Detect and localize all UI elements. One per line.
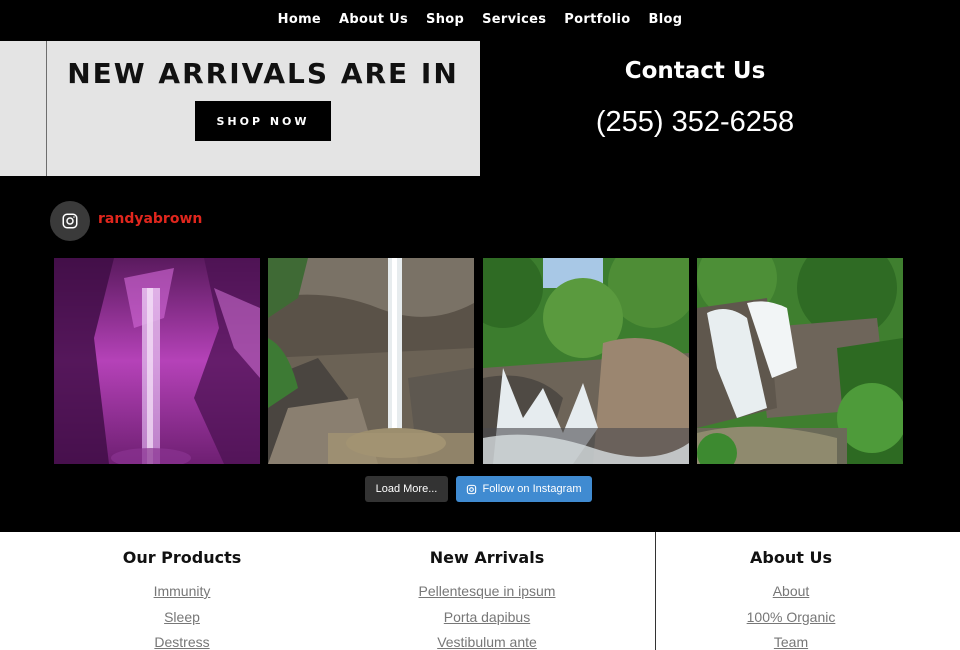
footer-link[interactable]: Vestibulum ante xyxy=(337,630,637,650)
instagram-username[interactable]: randyabrown xyxy=(98,211,202,227)
footer-link[interactable]: Immunity xyxy=(32,579,332,605)
footer-link[interactable]: Destress xyxy=(32,630,332,650)
promo-title: NEW ARRIVALS ARE IN xyxy=(67,57,459,90)
footer-link[interactable]: About xyxy=(641,579,941,605)
contact-title: Contact Us xyxy=(624,58,766,84)
instagram-photo[interactable] xyxy=(54,258,260,464)
instagram-photo[interactable] xyxy=(697,258,903,464)
instagram-photo[interactable] xyxy=(268,258,474,464)
promo-banner: NEW ARRIVALS ARE IN SHOP NOW xyxy=(0,41,480,176)
contact-phone[interactable]: (255) 352-6258 xyxy=(480,106,910,139)
instagram-icon xyxy=(467,484,477,494)
footer-link[interactable]: Porta dapibus xyxy=(337,605,637,631)
forest-cascade-image xyxy=(483,258,689,464)
nav-shop[interactable]: Shop xyxy=(426,10,464,29)
footer-link[interactable]: Team xyxy=(641,630,941,650)
footer: Our Products Immunity Sleep Destress New… xyxy=(0,532,960,650)
follow-instagram-label: Follow on Instagram xyxy=(482,483,582,495)
main-nav: Home About Us Shop Services Portfolio Bl… xyxy=(0,0,960,38)
nav-blog[interactable]: Blog xyxy=(649,10,683,29)
instagram-icon xyxy=(62,213,78,229)
shop-now-button[interactable]: SHOP NOW xyxy=(195,101,331,141)
nav-portfolio[interactable]: Portfolio xyxy=(564,10,630,29)
nav-about-us[interactable]: About Us xyxy=(339,10,408,29)
footer-column-title: Our Products xyxy=(122,548,242,567)
footer-link[interactable]: Sleep xyxy=(32,605,332,631)
wide-waterfall-image xyxy=(697,258,903,464)
promo-divider xyxy=(46,41,47,176)
instagram-photo[interactable] xyxy=(483,258,689,464)
footer-link[interactable]: 100% Organic xyxy=(641,605,941,631)
instagram-feed xyxy=(0,258,960,464)
footer-column-our-products: Our Products Immunity Sleep Destress xyxy=(32,548,332,650)
footer-link[interactable]: Pellentesque in ipsum xyxy=(337,579,637,605)
footer-column-about-us: About Us About 100% Organic Team xyxy=(641,548,941,650)
follow-instagram-button[interactable]: Follow on Instagram xyxy=(456,476,592,502)
cliff-waterfall-image xyxy=(268,258,474,464)
load-more-button[interactable]: Load More... xyxy=(365,476,448,502)
nav-home[interactable]: Home xyxy=(278,10,321,29)
footer-column-title: New Arrivals xyxy=(429,548,545,567)
footer-column-new-arrivals: New Arrivals Pellentesque in ipsum Porta… xyxy=(337,548,637,650)
footer-column-title: About Us xyxy=(750,548,832,567)
cave-waterfall-image xyxy=(54,258,260,464)
nav-services[interactable]: Services xyxy=(482,10,546,29)
instagram-avatar[interactable] xyxy=(50,201,90,241)
